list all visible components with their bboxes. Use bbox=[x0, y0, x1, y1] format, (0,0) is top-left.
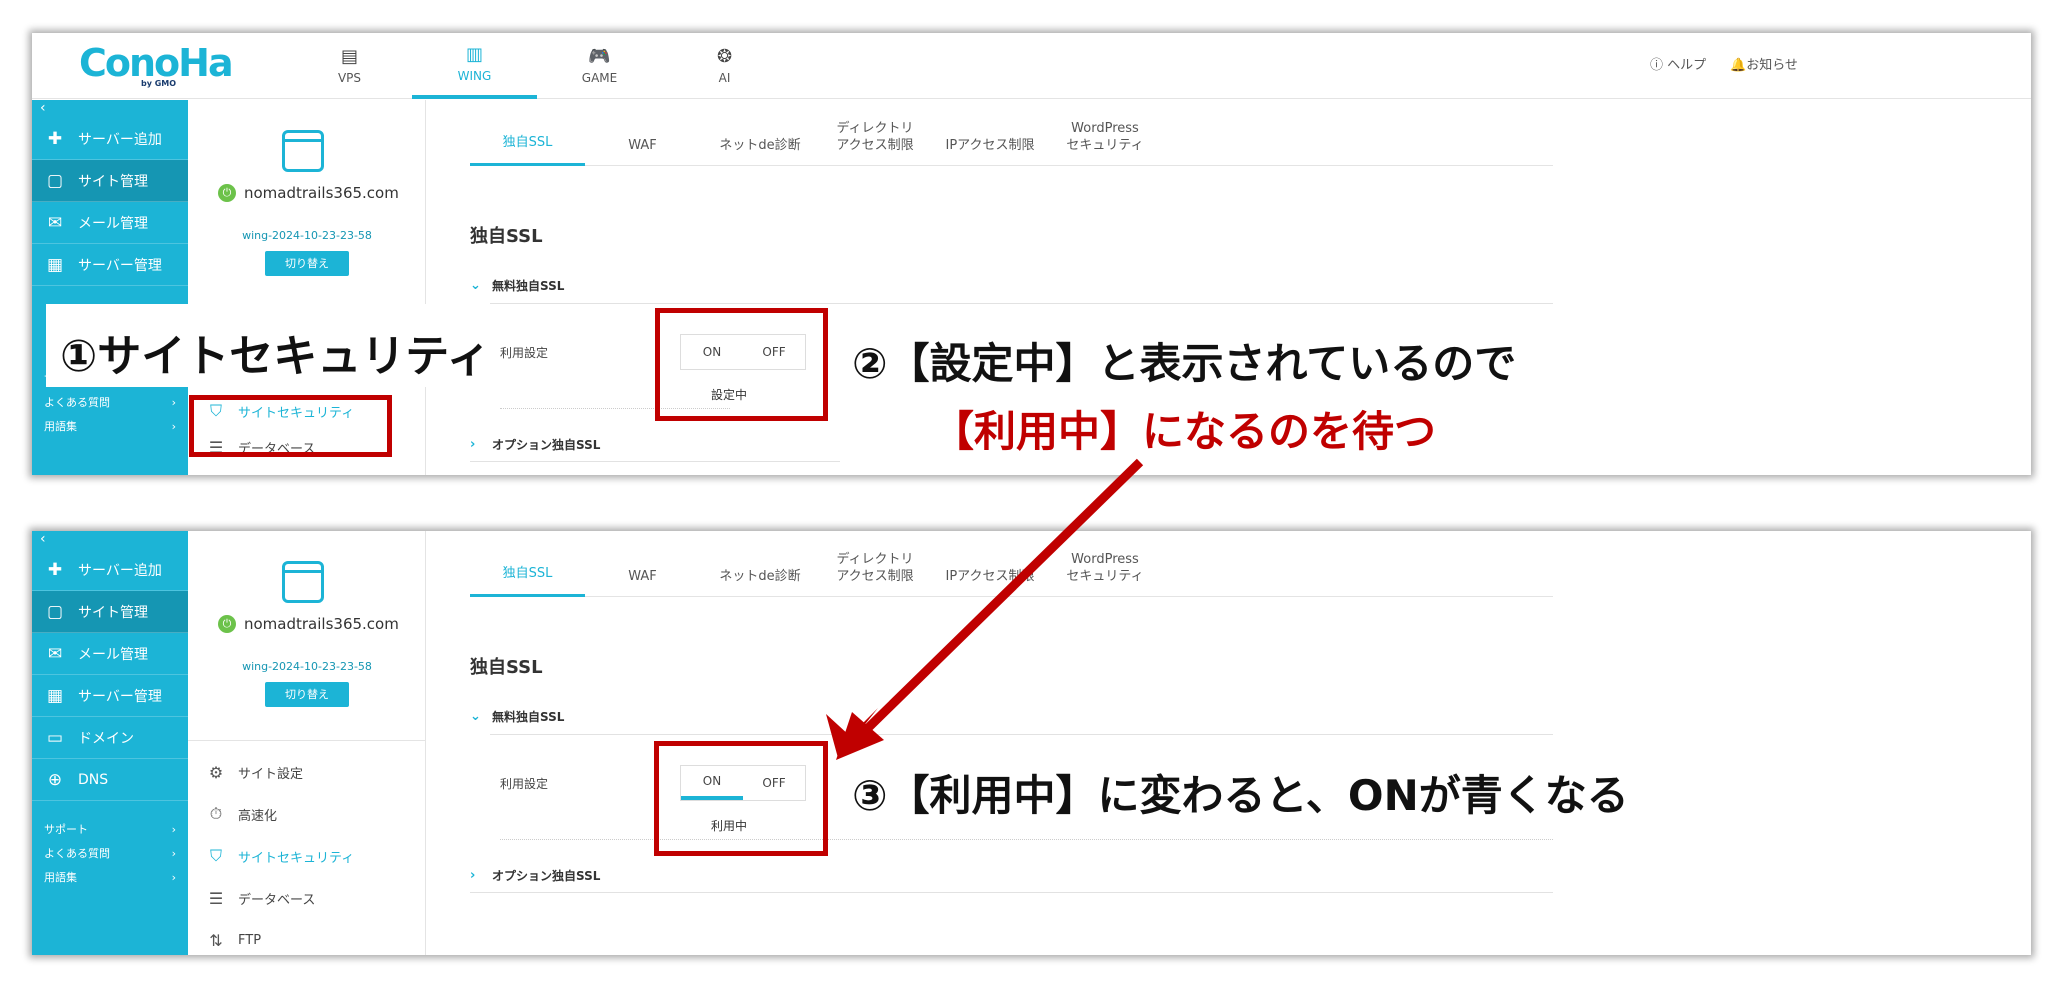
arrow-overlay bbox=[826, 458, 1144, 760]
red-arrow-line bbox=[864, 458, 1144, 732]
